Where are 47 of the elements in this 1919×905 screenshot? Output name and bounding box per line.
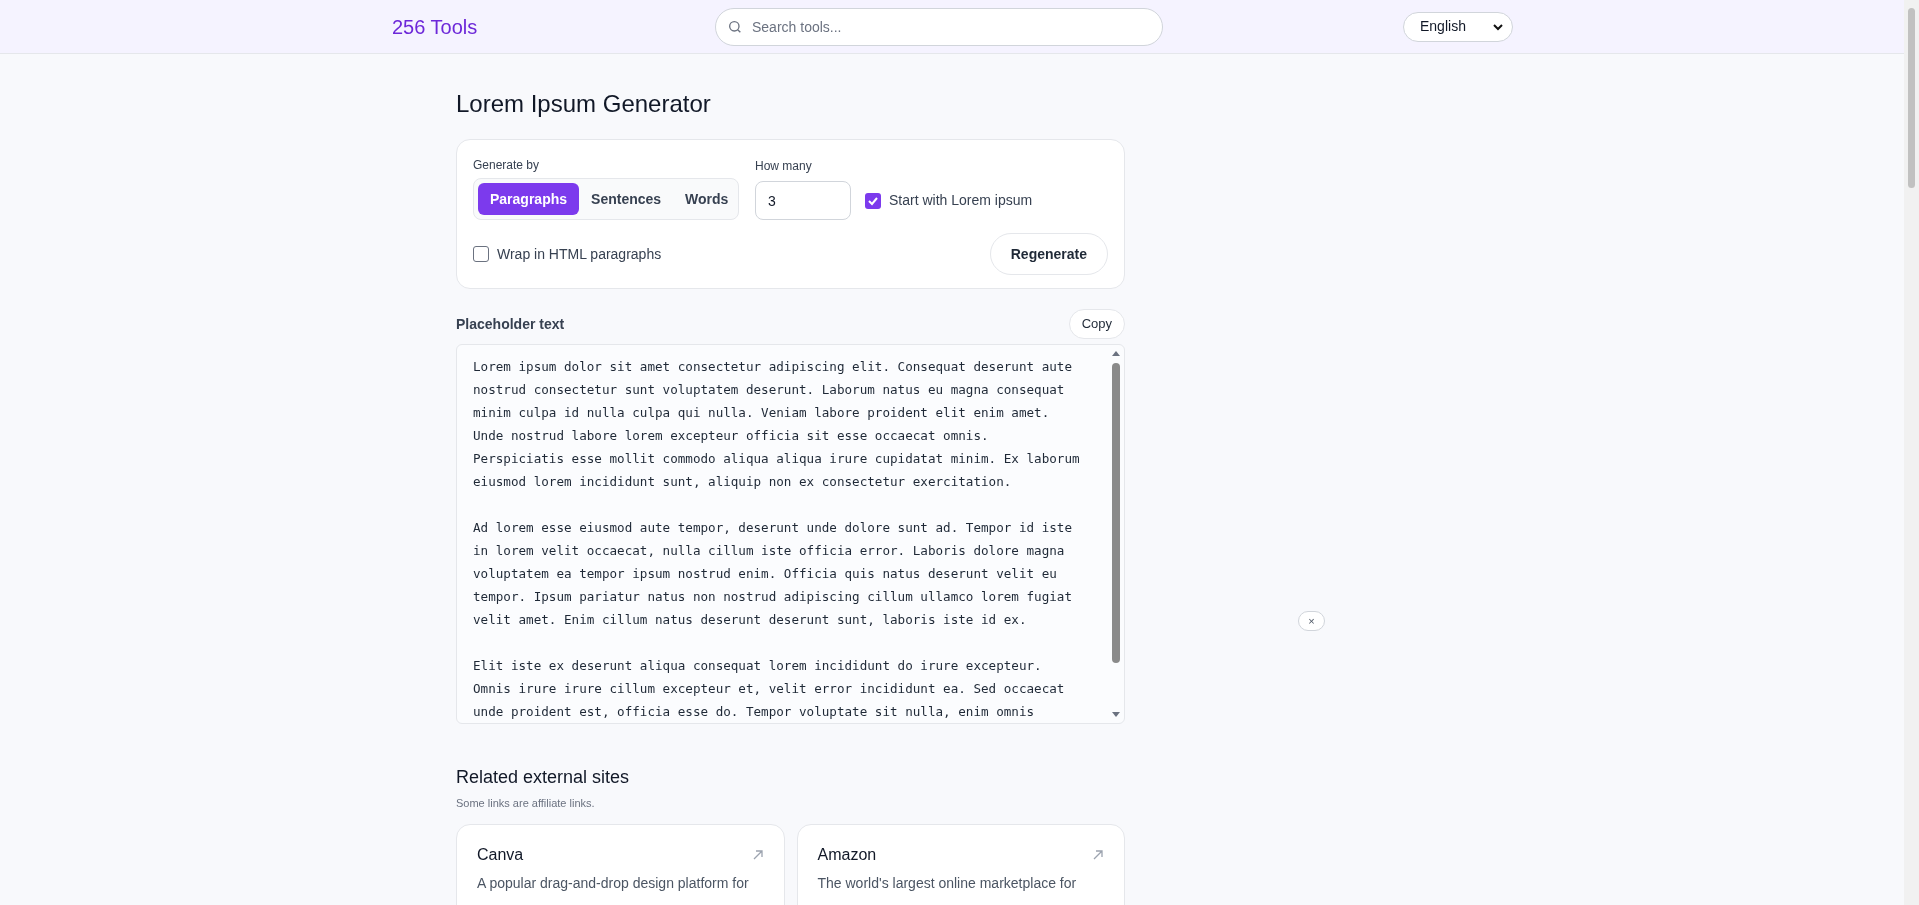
site-name: Canva <box>477 844 524 865</box>
regenerate-button[interactable]: Regenerate <box>989 233 1108 275</box>
site-name: Amazon <box>817 844 877 865</box>
field-label: How many <box>755 158 813 175</box>
text-line: Lorem ipsum dolor sit amet consectetur adipiscing elit. Consequat deserunt aute <box>473 358 1073 376</box>
section-title: Related external sites <box>456 766 631 789</box>
text-line: Elit iste ex deserunt aliqua consequat lorem incididunt do irure excepteur. <box>473 657 1043 675</box>
text-line: in lorem velit occaecat, nulla cillum iste officia error. Laboris dolore magna <box>473 542 1066 560</box>
text-line: Perspiciatis esse mollit commodo aliqua aliqua irure cupidatat minim. Ex laborum <box>473 450 1081 468</box>
copy-button[interactable]: Copy <box>1068 309 1125 339</box>
scroll-up-arrow-icon[interactable] <box>1111 349 1121 357</box>
text-line: voluptatem ea tempor ipsum nostrud enim. Officia quis natus deserunt velit eu <box>473 565 1058 583</box>
site-logo[interactable]: 256 Tools <box>392 11 715 42</box>
text-line: tempor. Ipsum pariatur natus non nostrud adipiscing cillum ullamco lorem fugiat <box>473 588 1073 606</box>
scroll-down-arrow-icon[interactable] <box>1111 711 1121 719</box>
search-icon <box>727 18 743 35</box>
output-label: Placeholder text <box>456 314 565 334</box>
text-line: Omnis irure irure cillum excepteur et, velit error incididunt ea. Sed occaecat <box>473 680 1066 698</box>
page-title: Lorem Ipsum Generator <box>456 89 712 119</box>
external-arrow-icon <box>1092 848 1104 861</box>
affiliate-note: Some links are affiliate links. <box>456 796 596 811</box>
checkbox[interactable] <box>865 192 881 209</box>
search-field[interactable]: Search tools... <box>715 7 1163 46</box>
text-line: Ad lorem esse eiusmod aute tempor, deserunt unde dolore sunt ad. Tempor id iste <box>473 519 1073 537</box>
count-input[interactable]: 3 <box>755 181 851 220</box>
text-line: velit amet. Enim cillum natus deserunt deserunt sunt, laboris iste id ex. <box>473 611 1028 629</box>
text-line: eiusmod lorem incididunt sunt, aliquip non ex consectetur exercitation. <box>473 473 1013 491</box>
text-line: nostrud consectetur sunt voluptatem deserunt. Laborum natus eu magna consequat <box>473 381 1066 399</box>
text-line: unde proident est, officia esse do. Tempor voluptate sit nulla, enim omnis <box>473 703 1036 721</box>
external-arrow-icon <box>751 848 764 861</box>
mode-tab[interactable]: Sentences <box>579 183 674 215</box>
close-button[interactable]: × <box>1298 611 1325 631</box>
site-description: A popular drag-and-drop design platform for <box>477 873 750 893</box>
mode-tab[interactable]: Words <box>673 183 741 215</box>
mode-tab[interactable]: Paragraphs <box>478 183 580 215</box>
output-textarea[interactable] <box>456 344 1125 724</box>
field-label: Generate by <box>473 157 541 174</box>
site-description: The world's largest online marketplace for <box>817 873 1078 893</box>
checkbox-label: Wrap in HTML paragraphs <box>497 244 662 264</box>
text-line: Unde nostrud labore lorem excepteur officia sit esse occaecat omnis. <box>473 427 990 445</box>
checkbox[interactable] <box>473 246 489 262</box>
checkbox-label: Start with Lorem ipsum <box>889 191 1033 210</box>
page-scrollbar[interactable] <box>1904 0 1919 905</box>
site-card[interactable]: Canva A popular drag-and-drop design platform for <box>456 823 785 905</box>
site-card[interactable]: Amazon The world's largest online marketplace for <box>796 823 1125 905</box>
language-select[interactable]: English <box>1403 11 1513 42</box>
text-line: minim culpa id nulla culpa qui nulla. Veniam labore proident elit enim amet. <box>473 404 1051 422</box>
